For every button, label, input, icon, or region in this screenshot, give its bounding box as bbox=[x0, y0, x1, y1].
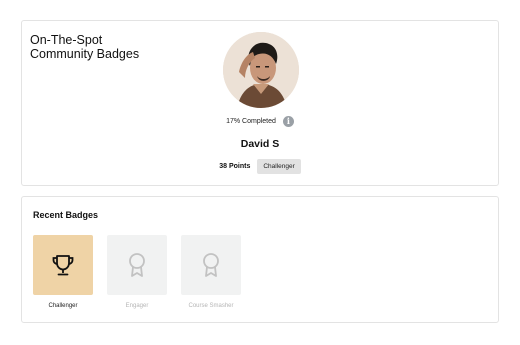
avatar bbox=[223, 32, 299, 108]
progress-status: 17% Completed i bbox=[22, 116, 498, 127]
progress-text: 17% Completed bbox=[226, 118, 276, 125]
user-name: David S bbox=[240, 138, 280, 150]
recent-badges-heading: Recent Badges bbox=[33, 210, 99, 220]
badge-label-course-smasher: Course Smasher bbox=[188, 303, 234, 309]
level-badge: Challenger bbox=[257, 159, 301, 174]
recent-badges-card: Recent Badges Challenger Engager Course … bbox=[21, 196, 499, 323]
page-title: On-The-Spot Community Badges bbox=[30, 33, 140, 61]
badge-label-engager: Engager bbox=[125, 303, 149, 309]
badge-label-challenger: Challenger bbox=[48, 303, 78, 309]
info-icon[interactable]: i bbox=[282, 116, 294, 127]
badge-tile-course-smasher[interactable] bbox=[181, 235, 241, 295]
points-row: 38 Points Challenger bbox=[22, 159, 498, 174]
points-count: 38 Points bbox=[219, 163, 251, 170]
badge-tile-engager[interactable] bbox=[107, 235, 167, 295]
trophy-icon bbox=[52, 255, 74, 276]
ribbon-medal-icon bbox=[203, 253, 219, 277]
profile-card: On-The-Spot Community Badges 17% Complet… bbox=[21, 20, 499, 186]
ribbon-medal-icon bbox=[129, 253, 145, 277]
badge-tile-challenger[interactable] bbox=[33, 235, 93, 295]
